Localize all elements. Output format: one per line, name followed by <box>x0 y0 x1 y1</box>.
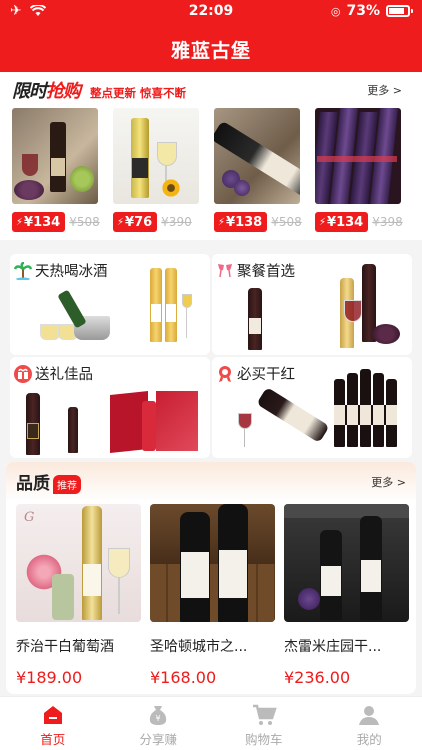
cart-icon <box>252 704 277 725</box>
product-price: ¥189.00 <box>16 668 83 687</box>
tab-label: 购物车 <box>244 732 283 747</box>
location-icon: ◎ <box>330 4 341 18</box>
tab-home[interactable]: 首页 <box>0 697 106 750</box>
quality-more-link[interactable]: 更多 > <box>371 474 406 490</box>
status-bar: ✈ 22:09 ◎ 73% <box>0 0 422 24</box>
flash-price: ⚡ ¥134 <box>315 212 369 232</box>
flash-item-image <box>315 108 401 204</box>
tab-cart[interactable]: 购物车 <box>211 697 317 750</box>
flash-price: ⚡ ¥134 <box>12 212 66 232</box>
flash-price-value: ¥134 <box>327 214 364 230</box>
product-name: 杰雷米庄园干... <box>284 639 382 655</box>
category-label: 聚餐首选 <box>237 264 295 280</box>
product-price: ¥168.00 <box>150 668 217 687</box>
quality-title: 品质 <box>16 473 50 494</box>
category-ice-wine[interactable]: 天热喝冰酒 <box>10 254 210 355</box>
cheers-icon <box>216 262 234 280</box>
category-label: 必买干红 <box>237 367 295 383</box>
flash-old-price: ¥390 <box>161 215 192 229</box>
flash-price: ⚡ ¥138 <box>214 212 268 232</box>
flash-logo-a: 限时 <box>12 81 47 102</box>
product-price: ¥236.00 <box>284 668 351 687</box>
flash-sale-section: 限时抢购 整点更新 惊喜不断 更多 > ⚡ ¥134 ¥508 ⚡ ¥76 ¥3… <box>0 72 422 240</box>
flash-item-image <box>113 108 199 204</box>
home-icon <box>43 706 62 724</box>
flash-sale-logo: 限时抢购 <box>12 77 81 103</box>
flash-item[interactable]: ⚡ ¥134 ¥508 <box>12 108 100 232</box>
flash-sale-more-link[interactable]: 更多 > <box>367 82 402 98</box>
flash-old-price: ¥508 <box>69 215 100 229</box>
flash-price-value: ¥134 <box>24 214 61 230</box>
app: ✈ 22:09 ◎ 73% 雅蓝古堡 限时抢购 整点更新 惊喜不断 更多 > ⚡… <box>0 0 422 750</box>
product-card[interactable]: G 乔治干白葡萄酒 ¥189.00 <box>16 504 141 687</box>
flash-old-price: ¥398 <box>372 215 403 229</box>
category-dinner[interactable]: 聚餐首选 <box>212 254 412 355</box>
product-name: 圣哈顿城市之... <box>150 639 248 655</box>
battery-percent: 73% <box>346 3 380 19</box>
flash-price: ⚡ ¥76 <box>113 212 158 232</box>
flash-sale-subtitle: 整点更新 惊喜不断 <box>90 86 187 100</box>
palm-tree-icon <box>13 261 33 280</box>
flash-price-value: ¥76 <box>125 214 153 230</box>
tab-label: 首页 <box>40 732 66 747</box>
quality-section: 品质 推荐 更多 > G 乔治干白葡萄酒 ¥189.00 圣哈顿城市之... ¥… <box>6 462 416 694</box>
category-label: 天热喝冰酒 <box>35 264 108 280</box>
tab-mine[interactable]: 我的 <box>317 697 422 750</box>
money-bag-icon: ¥ <box>150 706 167 725</box>
gift-icon <box>14 364 32 383</box>
flash-logo-b: 抢购 <box>46 81 81 102</box>
tab-bar: 首页 ¥ 分享赚 购物车 我的 <box>0 696 422 750</box>
product-card[interactable]: 杰雷米庄园干... ¥236.00 <box>284 504 409 687</box>
svg-text:¥: ¥ <box>156 714 161 723</box>
header-bar: ✈ 22:09 ◎ 73% 雅蓝古堡 <box>0 0 422 72</box>
product-name: 乔治干白葡萄酒 <box>16 639 114 655</box>
flash-item-image <box>12 108 98 204</box>
tab-label: 我的 <box>356 732 382 747</box>
product-image <box>284 504 409 622</box>
flash-item-image <box>214 108 300 204</box>
category-label: 送礼佳品 <box>35 367 93 383</box>
product-image <box>150 504 275 622</box>
app-title: 雅蓝古堡 <box>170 40 251 62</box>
tab-label: 分享赚 <box>139 732 177 747</box>
user-icon <box>359 706 380 725</box>
category-grid: 天热喝冰酒 聚餐首选 送礼佳品 必买干红 <box>10 254 412 458</box>
product-card[interactable]: 圣哈顿城市之... ¥168.00 <box>150 504 275 687</box>
flash-item[interactable]: ⚡ ¥76 ¥390 <box>113 108 199 232</box>
flash-item[interactable]: ⚡ ¥138 ¥508 <box>214 108 302 232</box>
category-gift[interactable]: 送礼佳品 <box>10 357 210 458</box>
recommend-badge: 推荐 <box>53 474 81 494</box>
medal-icon <box>216 365 234 383</box>
battery-icon <box>386 5 413 17</box>
flash-sale-header: 限时抢购 整点更新 惊喜不断 更多 > <box>12 76 410 104</box>
flash-price-value: ¥138 <box>226 214 263 230</box>
tab-share-earn[interactable]: ¥ 分享赚 <box>106 697 212 750</box>
flash-item[interactable]: ⚡ ¥134 ¥398 <box>315 108 403 232</box>
category-must-buy-red[interactable]: 必买干红 <box>212 357 412 458</box>
product-image: G <box>16 504 141 622</box>
flash-old-price: ¥508 <box>271 215 302 229</box>
